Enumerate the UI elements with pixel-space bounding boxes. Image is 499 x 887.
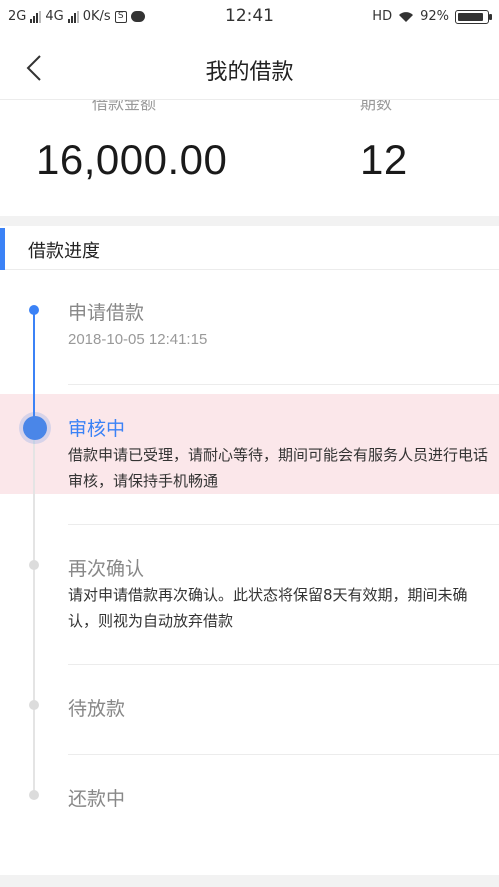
step-desc-review: 借款申请已受理，请耐心等待，期间可能会有服务人员进行电话审核，请保持手机畅通 — [68, 446, 489, 490]
status-right: HD 92% — [372, 9, 492, 24]
wifi-icon — [399, 11, 414, 22]
section-title: 借款进度 — [28, 241, 100, 262]
step-time-apply: 2018-10-05 12:41:15 — [68, 331, 208, 348]
divider — [68, 384, 499, 385]
timeline-dot-pending — [29, 790, 39, 800]
page-title: 我的借款 — [205, 60, 294, 85]
amount-label: 借款金额 — [92, 100, 157, 113]
loan-term: 12 — [360, 136, 408, 183]
loan-progress-timeline: 申请借款 2018-10-05 12:41:15 审核中 借款申请已受理，请耐心… — [0, 270, 499, 875]
nav-bar: 我的借款 — [0, 36, 499, 100]
timeline-dot-current — [23, 416, 47, 440]
battery-fill — [458, 12, 483, 21]
timeline-dot-pending — [29, 700, 39, 710]
divider — [68, 524, 499, 525]
bottom-bar — [0, 875, 499, 887]
battery-label: 92% — [420, 9, 449, 24]
term-label: 期数 — [360, 100, 393, 113]
step-title-apply: 申请借款 — [68, 302, 145, 324]
loan-amount: 16,000.00 — [36, 136, 228, 183]
loan-summary: 借款金额 期数 16,000.00 12 — [0, 100, 499, 216]
hd-label: HD — [372, 9, 393, 24]
section-header: 借款进度 — [0, 226, 499, 270]
timeline-dot-pending — [29, 560, 39, 570]
divider — [68, 664, 499, 665]
divider — [68, 754, 499, 755]
section-gap — [0, 216, 499, 226]
timeline-line-active — [33, 308, 35, 428]
step-title-await-disbursement: 待放款 — [68, 698, 126, 720]
battery-icon — [455, 9, 492, 24]
section-accent-bar — [0, 228, 5, 270]
step-desc-confirm: 请对申请借款再次确认。此状态将保留8天有效期，期间未确认，则视为自动放弃借款 — [68, 586, 468, 630]
timeline-line-pending — [33, 428, 35, 798]
status-bar: 2G 4G 0K/s S 12:41 HD 92% — [0, 0, 499, 36]
step-title-review: 审核中 — [68, 418, 126, 440]
step-title-repaying: 还款中 — [68, 788, 126, 810]
step-title-confirm: 再次确认 — [68, 558, 145, 580]
timeline-dot-done — [29, 305, 39, 315]
